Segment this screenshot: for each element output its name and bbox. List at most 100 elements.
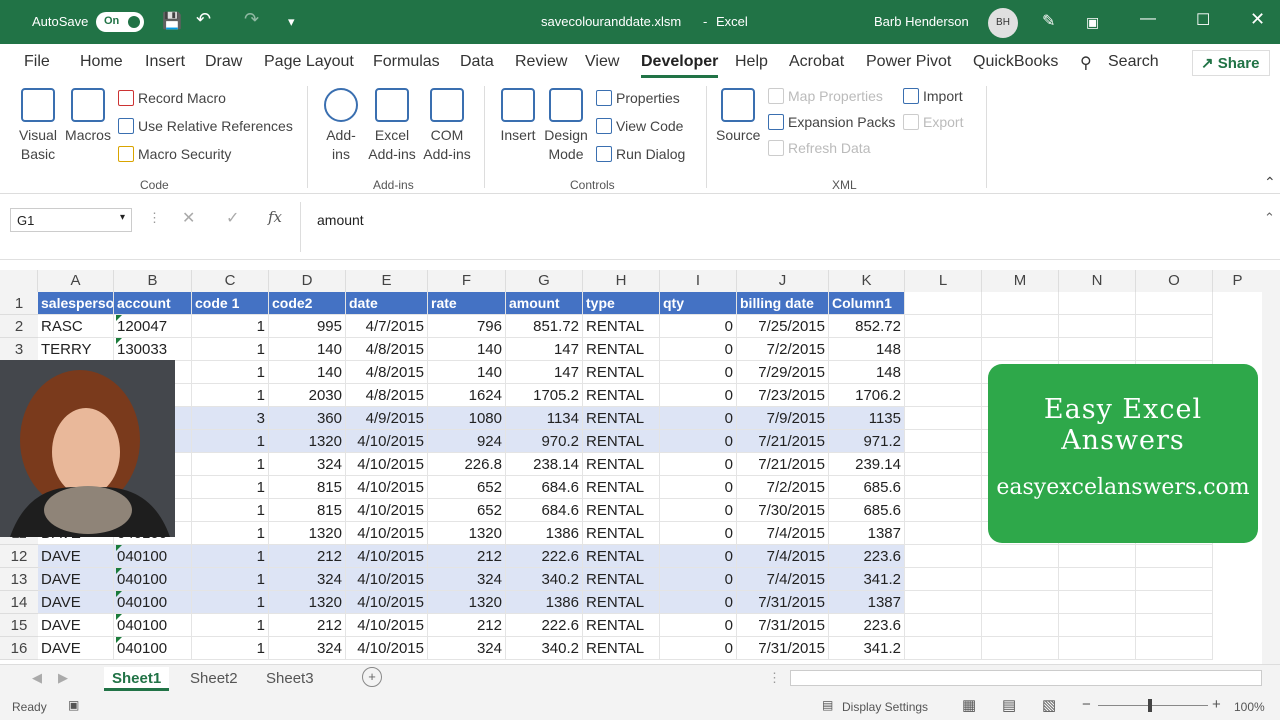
- cell[interactable]: [982, 637, 1059, 660]
- cell[interactable]: [905, 430, 982, 453]
- cell[interactable]: RENTAL: [583, 545, 660, 568]
- cell[interactable]: RENTAL: [583, 453, 660, 476]
- cell[interactable]: 040100: [114, 637, 192, 660]
- cell[interactable]: 360: [269, 407, 346, 430]
- cell[interactable]: 239.14: [829, 453, 905, 476]
- cell[interactable]: 222.6: [506, 614, 583, 637]
- cell[interactable]: 7/21/2015: [737, 430, 829, 453]
- tab-page-layout[interactable]: Page Layout: [264, 53, 354, 71]
- cell[interactable]: [982, 292, 1059, 315]
- cell[interactable]: [905, 637, 982, 660]
- cell[interactable]: 341.2: [829, 568, 905, 591]
- column-header[interactable]: K: [829, 270, 905, 292]
- cell[interactable]: 7/4/2015: [737, 568, 829, 591]
- row-header[interactable]: 1: [0, 292, 38, 315]
- cell[interactable]: 4/10/2015: [346, 545, 428, 568]
- cell[interactable]: 2030: [269, 384, 346, 407]
- cell[interactable]: 1: [192, 637, 269, 660]
- view-code-button[interactable]: View Code: [596, 118, 683, 134]
- user-avatar[interactable]: BH: [988, 8, 1018, 38]
- cell[interactable]: 4/8/2015: [346, 338, 428, 361]
- insert-control-button[interactable]: Insert: [496, 88, 540, 145]
- cell[interactable]: 324: [428, 637, 506, 660]
- cell[interactable]: 815: [269, 499, 346, 522]
- cell[interactable]: 7/31/2015: [737, 591, 829, 614]
- cell[interactable]: 4/10/2015: [346, 568, 428, 591]
- cell[interactable]: [1136, 545, 1213, 568]
- cell[interactable]: 4/10/2015: [346, 591, 428, 614]
- cell[interactable]: 0: [660, 361, 737, 384]
- cell[interactable]: RENTAL: [583, 522, 660, 545]
- cell[interactable]: 130033: [114, 338, 192, 361]
- cell[interactable]: 0: [660, 614, 737, 637]
- cell[interactable]: 212: [428, 545, 506, 568]
- cell[interactable]: 796: [428, 315, 506, 338]
- cell[interactable]: DAVE: [38, 568, 114, 591]
- tab-formulas[interactable]: Formulas: [373, 53, 440, 71]
- cell[interactable]: 0: [660, 591, 737, 614]
- cell[interactable]: 7/4/2015: [737, 545, 829, 568]
- cell[interactable]: 140: [428, 361, 506, 384]
- cell[interactable]: 7/2/2015: [737, 476, 829, 499]
- cell[interactable]: 971.2: [829, 430, 905, 453]
- cell[interactable]: 0: [660, 637, 737, 660]
- cell[interactable]: 0: [660, 430, 737, 453]
- cell[interactable]: 7/29/2015: [737, 361, 829, 384]
- cell[interactable]: 238.14: [506, 453, 583, 476]
- tab-review[interactable]: Review: [515, 53, 567, 71]
- share-button[interactable]: ↗ Share: [1192, 50, 1270, 76]
- column-header[interactable]: F: [428, 270, 506, 292]
- record-macro-button[interactable]: Record Macro: [118, 90, 226, 106]
- cell[interactable]: RENTAL: [583, 430, 660, 453]
- cell[interactable]: [905, 568, 982, 591]
- cell[interactable]: [905, 476, 982, 499]
- cell[interactable]: 7/31/2015: [737, 637, 829, 660]
- cell[interactable]: 7/30/2015: [737, 499, 829, 522]
- column-header[interactable]: J: [737, 270, 829, 292]
- cell[interactable]: 7/23/2015: [737, 384, 829, 407]
- macro-security-button[interactable]: Macro Security: [118, 146, 231, 162]
- cell[interactable]: TERRY: [38, 338, 114, 361]
- cell[interactable]: 1: [192, 453, 269, 476]
- cell[interactable]: 0: [660, 522, 737, 545]
- cell[interactable]: 4/10/2015: [346, 614, 428, 637]
- cell[interactable]: [982, 614, 1059, 637]
- cell[interactable]: code 1: [192, 292, 269, 315]
- cell[interactable]: 223.6: [829, 545, 905, 568]
- addins-button[interactable]: Add-ins: [320, 88, 362, 164]
- tab-view[interactable]: View: [585, 53, 619, 71]
- cell[interactable]: 4/10/2015: [346, 453, 428, 476]
- cell[interactable]: 148: [829, 338, 905, 361]
- cell[interactable]: [1136, 315, 1213, 338]
- cell[interactable]: 1624: [428, 384, 506, 407]
- cell[interactable]: 7/31/2015: [737, 614, 829, 637]
- cell[interactable]: 212: [269, 545, 346, 568]
- column-header[interactable]: C: [192, 270, 269, 292]
- cell[interactable]: 1: [192, 522, 269, 545]
- row-header[interactable]: 3: [0, 338, 38, 361]
- cell[interactable]: [1136, 591, 1213, 614]
- cell[interactable]: [982, 338, 1059, 361]
- close-icon[interactable]: ✕: [1250, 9, 1265, 30]
- cell[interactable]: 223.6: [829, 614, 905, 637]
- save-icon[interactable]: 💾: [162, 11, 182, 31]
- cell[interactable]: billing date: [737, 292, 829, 315]
- tab-developer[interactable]: Developer: [641, 53, 719, 78]
- tab-split-handle-icon[interactable]: ⋮: [768, 670, 781, 686]
- cell[interactable]: [982, 568, 1059, 591]
- com-addins-button[interactable]: COM Add-ins: [420, 88, 474, 164]
- cell[interactable]: DAVE: [38, 545, 114, 568]
- cell[interactable]: 1: [192, 568, 269, 591]
- row-header[interactable]: 2: [0, 315, 38, 338]
- search-icon[interactable]: ⚲: [1080, 53, 1092, 73]
- formula-input[interactable]: amount: [300, 202, 1264, 252]
- undo-icon[interactable]: ↶: [196, 9, 211, 30]
- cell[interactable]: 1: [192, 476, 269, 499]
- minimize-icon[interactable]: —: [1140, 10, 1156, 28]
- column-header[interactable]: I: [660, 270, 737, 292]
- cell[interactable]: 147: [506, 361, 583, 384]
- cell[interactable]: 140: [269, 338, 346, 361]
- name-box[interactable]: G1 ▾: [10, 208, 132, 232]
- expansion-packs-button[interactable]: Expansion Packs: [768, 114, 895, 130]
- cell[interactable]: 815: [269, 476, 346, 499]
